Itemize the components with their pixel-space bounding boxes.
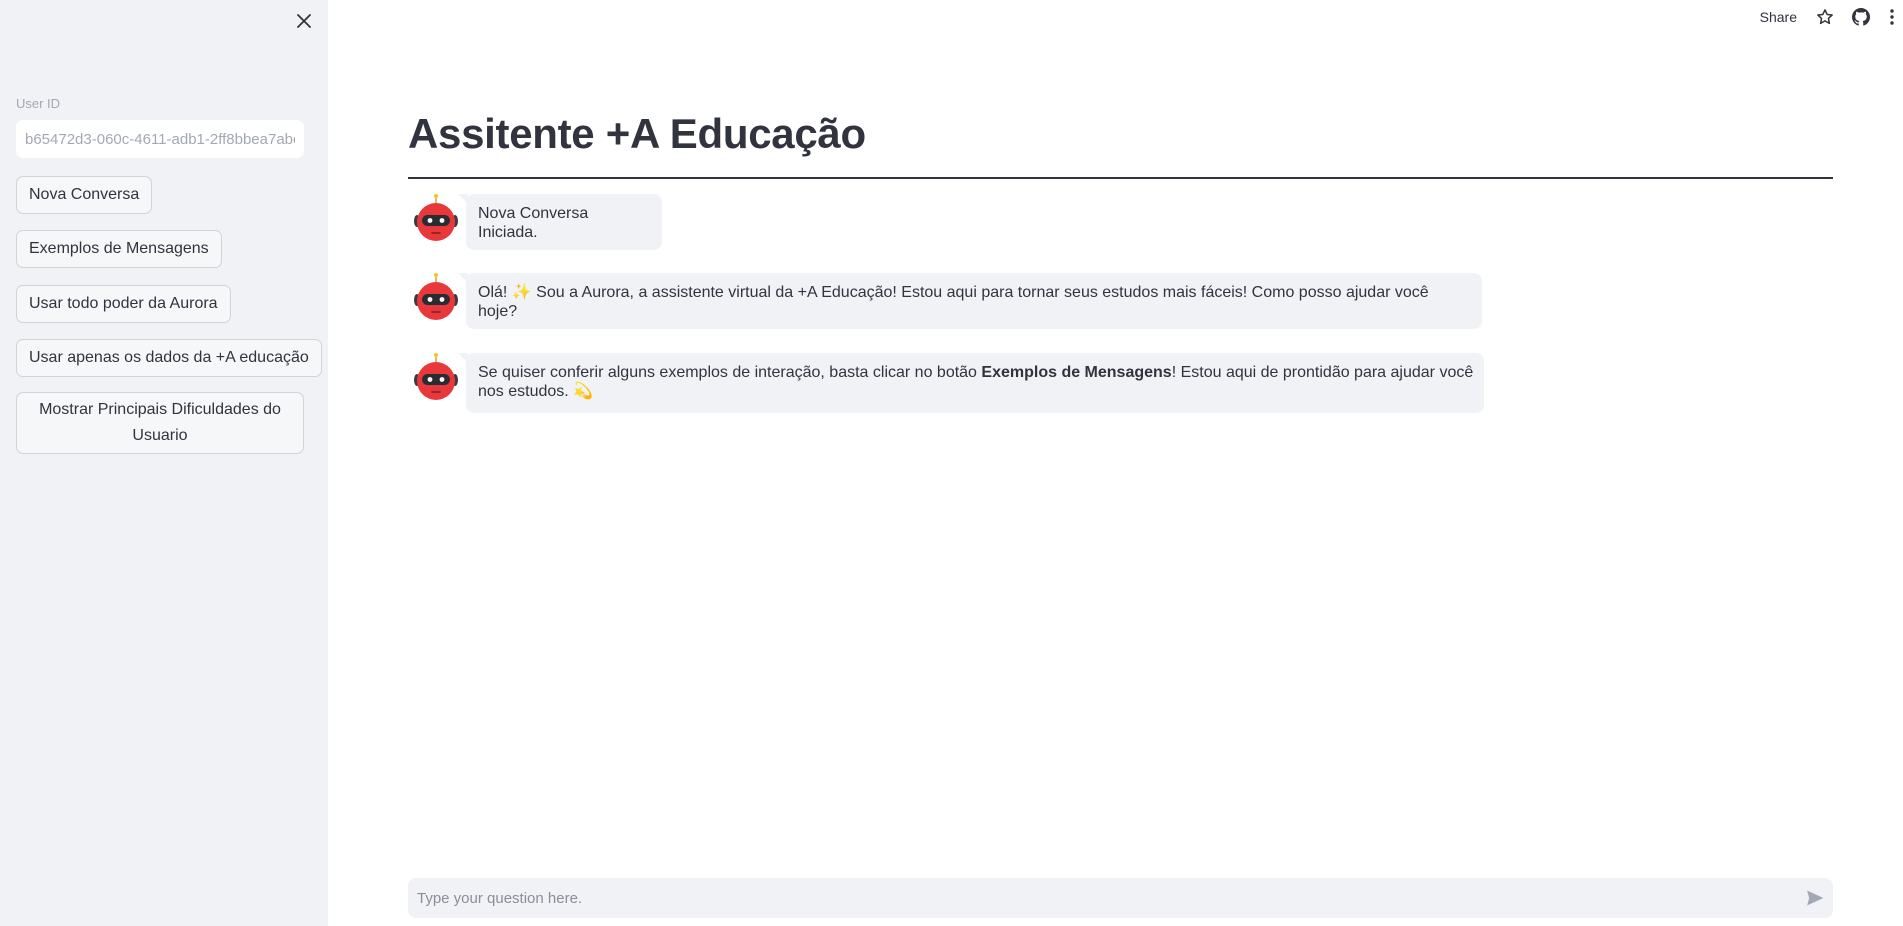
robot-avatar-icon [414, 273, 458, 320]
chat-message: Nova Conversa Iniciada. [408, 194, 662, 250]
message-bold-text: Exemplos de Mensagens [981, 364, 1172, 381]
send-icon [1807, 890, 1824, 906]
exemplos-mensagens-button[interactable]: Exemplos de Mensagens [16, 230, 222, 268]
usar-dados-button[interactable]: Usar apenas os dados da +A educação [16, 339, 322, 377]
main-menu-button[interactable] [1887, 7, 1897, 27]
chat-message: Se quiser conferir alguns exemplos de in… [408, 353, 1484, 413]
robot-avatar-icon [414, 194, 458, 241]
github-button[interactable] [1851, 7, 1871, 27]
nova-conversa-button[interactable]: Nova Conversa [16, 176, 153, 214]
send-button[interactable] [1797, 878, 1833, 918]
message-bubble: Olá! ✨ Sou a Aurora, a assistente virtua… [458, 273, 1482, 329]
user-id-label: User ID [16, 96, 61, 111]
top-toolbar: Share [1760, 0, 1903, 34]
message-text: Se quiser conferir alguns exemplos de in… [478, 364, 982, 381]
usar-todo-poder-button[interactable]: Usar todo poder da Aurora [16, 285, 231, 323]
message-bubble: Nova Conversa Iniciada. [458, 194, 662, 250]
chat-input[interactable] [408, 878, 1797, 918]
star-button[interactable] [1815, 7, 1835, 27]
chat-message: Olá! ✨ Sou a Aurora, a assistente virtua… [408, 273, 1482, 329]
close-sidebar-button[interactable] [292, 9, 316, 33]
share-button[interactable]: Share [1760, 9, 1797, 25]
app: User ID Nova Conversa Exemplos de Mensag… [0, 0, 1903, 926]
message-bubble: Se quiser conferir alguns exemplos de in… [458, 353, 1484, 413]
github-icon [1852, 8, 1870, 26]
star-icon [1817, 9, 1833, 25]
mostrar-dificuldades-button[interactable]: Mostrar Principais Dificuldades do Usuar… [16, 392, 304, 454]
more-vertical-icon [1890, 9, 1894, 25]
close-icon [297, 14, 311, 28]
user-id-input[interactable] [16, 120, 304, 158]
title-divider [408, 177, 1833, 179]
sidebar: User ID Nova Conversa Exemplos de Mensag… [0, 0, 328, 926]
chat-input-container [408, 878, 1833, 918]
robot-avatar-icon [414, 353, 458, 400]
page-title: Assitente +A Educação [408, 110, 866, 157]
